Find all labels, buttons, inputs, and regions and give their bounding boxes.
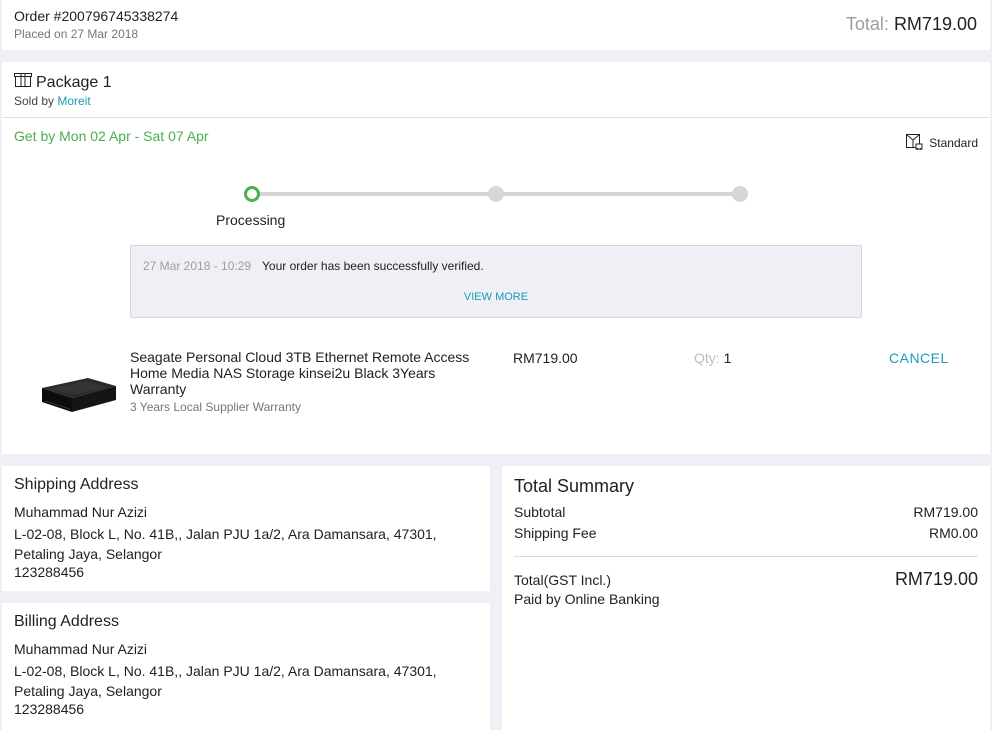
package-divider [2, 117, 990, 118]
order-header: Order #200796745338274 Placed on 27 Mar … [2, 0, 990, 50]
subtotal-label: Subtotal [514, 504, 566, 520]
order-total-label: Total: [845, 14, 894, 34]
progress-step-label: Processing [216, 212, 286, 228]
billing-address-title: Billing Address [14, 613, 119, 630]
progress-step-shipped [488, 186, 504, 202]
quantity-label: Qty: [694, 350, 724, 366]
shipping-fee-row: Shipping Fee RM0.00 [514, 525, 978, 541]
order-number: Order #200796745338274 [14, 8, 179, 24]
product-image[interactable] [38, 358, 118, 426]
delivery-box-icon [904, 132, 929, 153]
payment-method: Paid by Online Banking [514, 591, 660, 607]
shipping-address-line: L-02-08, Block L, No. 41B,, Jalan PJU 1a… [14, 526, 437, 562]
shipping-address-title: Shipping Address [14, 476, 139, 493]
progress-step-delivered [732, 186, 748, 202]
status-timestamp: 27 Mar 2018 - 10:29 [143, 259, 252, 273]
progress-step-processing [244, 186, 260, 202]
billing-name: Muhammad Nur Azizi [14, 641, 148, 657]
grand-total-label: Total(GST Incl.) [514, 572, 611, 588]
product-price: RM719.00 [513, 350, 578, 366]
shipping-method: Standard [904, 132, 978, 153]
package-header: Package 1 [14, 73, 112, 92]
shipping-address-card: Shipping Address Muhammad Nur Azizi L-02… [2, 466, 490, 591]
payment-method-row: Paid by Online Banking [514, 591, 978, 607]
shipping-name: Muhammad Nur Azizi [14, 504, 148, 520]
subtotal-value: RM719.00 [913, 504, 978, 520]
package-icon [14, 73, 32, 92]
status-update-box: 27 Mar 2018 - 10:29 Your order has been … [130, 245, 862, 318]
billing-address-line: L-02-08, Block L, No. 41B,, Jalan PJU 1a… [14, 663, 437, 699]
subtotal-row: Subtotal RM719.00 [514, 504, 978, 520]
product-quantity: Qty: 1 [694, 350, 731, 366]
shipping-fee-label: Shipping Fee [514, 525, 597, 541]
product-variant: 3 Years Local Supplier Warranty [130, 400, 301, 414]
status-message: Your order has been successfully verifie… [262, 259, 484, 273]
delivery-estimate: Get by Mon 02 Apr - Sat 07 Apr [14, 128, 209, 144]
billing-address-card: Billing Address Muhammad Nur Azizi L-02-… [2, 603, 490, 730]
shipping-phone: 123288456 [14, 564, 85, 580]
order-total: Total: RM719.00 [846, 14, 977, 35]
shipping-fee-value: RM0.00 [928, 525, 978, 541]
shipping-method-label: Standard [929, 135, 978, 150]
total-summary-title: Total Summary [514, 476, 635, 496]
summary-divider [514, 556, 978, 557]
quantity-value: 1 [723, 350, 732, 366]
sold-by-label: Sold by [14, 94, 58, 108]
package-title: Package 1 [36, 73, 112, 91]
product-name[interactable]: Seagate Personal Cloud 3TB Ethernet Remo… [130, 349, 480, 397]
billing-phone: 123288456 [14, 701, 85, 717]
cancel-button[interactable]: CANCEL [889, 350, 949, 366]
total-summary-card: Total Summary Subtotal RM719.00 Shipping… [502, 466, 990, 730]
sold-by: Sold by Moreit [14, 94, 91, 108]
order-placed-date: Placed on 27 Mar 2018 [14, 27, 139, 41]
order-total-amount: RM719.00 [893, 14, 977, 34]
grand-total-value: RM719.00 [894, 569, 978, 589]
grand-total-row: Total(GST Incl.) RM719.00 [514, 569, 978, 590]
package-card: Package 1 Sold by Moreit Get by Mon 02 A… [2, 62, 990, 454]
view-more-link[interactable]: VIEW MORE [131, 291, 861, 303]
seller-link[interactable]: Moreit [57, 94, 90, 108]
